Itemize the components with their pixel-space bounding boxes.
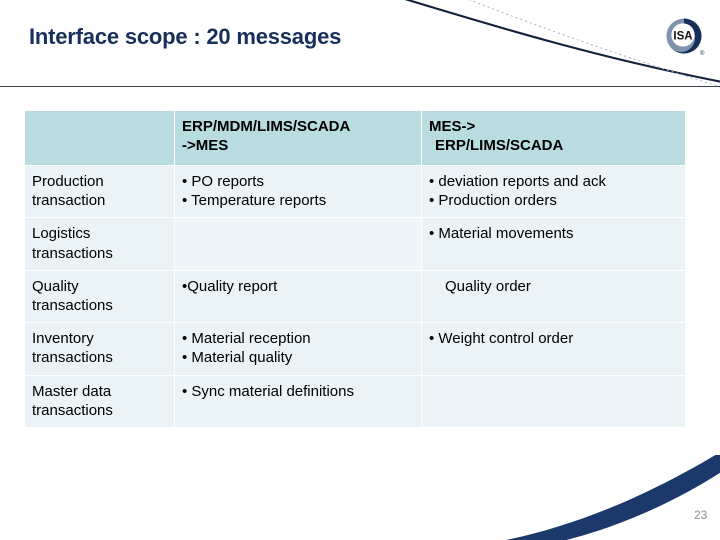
isa-logo-text: ISA	[673, 31, 692, 43]
cell-outbound-inventory: • Weight control order	[422, 323, 685, 375]
row-label-production: Production transaction	[25, 166, 174, 218]
cell-inbound-logistics	[175, 218, 421, 270]
list-item: Quality order	[445, 277, 531, 295]
list-item: • Production orders	[429, 192, 557, 210]
row-label-line-1: Master data	[32, 382, 112, 400]
row-label-line-1: Production	[32, 173, 104, 190]
table-row: Inventory transactions • Material recept…	[25, 323, 685, 375]
table-row: Quality transactions •Quality report Qua…	[25, 270, 685, 323]
row-label-line-1: Logistics	[32, 225, 91, 243]
list-item-placeholder	[429, 401, 678, 420]
page-number: 23	[694, 508, 708, 522]
header-line-2: ->MES	[182, 137, 229, 155]
list-item-placeholder	[182, 296, 414, 315]
list-item: • Temperature reports	[182, 192, 327, 210]
list-item: •Quality report	[182, 277, 278, 295]
row-label-line-2: transaction	[32, 192, 106, 210]
row-label-inventory: Inventory transactions	[25, 323, 174, 375]
row-label-line-2: transactions	[32, 244, 113, 262]
page-title: Interface scope : 20 messages	[29, 24, 342, 49]
list-item: • Material reception	[182, 330, 311, 348]
table-row: Production transaction • PO reports • Te…	[25, 166, 685, 218]
list-item: • Material movements	[429, 225, 574, 243]
list-item-placeholder	[429, 296, 678, 315]
slide-canvas: Interface scope : 20 messages ISA ® ERP/…	[0, 0, 720, 540]
isa-logo-icon: ISA ®	[666, 18, 705, 57]
header-line-1: ERP/MDM/LIMS/SCADA	[182, 118, 351, 135]
list-item-placeholder	[182, 224, 414, 243]
table-row: Logistics transactions • Material moveme…	[25, 218, 685, 270]
list-item: • deviation reports and ack	[429, 173, 607, 190]
cell-inbound-quality: •Quality report	[175, 270, 421, 323]
list-item: • Weight control order	[429, 330, 574, 348]
list-item-placeholder	[182, 401, 414, 420]
header-line-2: ERP/LIMS/SCADA	[435, 137, 564, 155]
cell-inbound-inventory: • Material reception • Material quality	[175, 323, 421, 375]
cell-outbound-logistics: • Material movements	[422, 218, 685, 270]
cell-outbound-production: • deviation reports and ack • Production…	[422, 166, 685, 218]
table-row: Master data transactions • Sync material…	[25, 375, 685, 427]
cell-outbound-quality: Quality order	[422, 270, 685, 323]
list-item-placeholder	[429, 348, 678, 367]
list-item: • Sync material definitions	[182, 382, 354, 400]
cell-outbound-master-data	[422, 375, 685, 427]
list-item-placeholder	[429, 244, 678, 263]
header-cell-blank	[25, 111, 174, 165]
row-label-line-2: transactions	[32, 401, 113, 419]
header-cell-erp-to-mes: ERP/MDM/LIMS/SCADA ->MES	[175, 111, 421, 165]
title-divider	[0, 86, 720, 87]
row-label-logistics: Logistics transactions	[25, 218, 174, 270]
list-item-placeholder	[429, 382, 678, 401]
list-item: • PO reports	[182, 173, 264, 190]
row-label-line-1: Inventory	[32, 330, 94, 348]
cell-inbound-production: • PO reports • Temperature reports	[175, 166, 421, 218]
table-header-row: ERP/MDM/LIMS/SCADA ->MES MES-> ERP/LIMS/…	[25, 111, 685, 165]
row-label-line-2: transactions	[32, 349, 113, 367]
row-label-line-1: Quality	[32, 277, 79, 295]
cell-inbound-master-data: • Sync material definitions	[175, 375, 421, 427]
svg-text:®: ®	[700, 50, 705, 57]
list-item: • Material quality	[182, 349, 293, 367]
interface-scope-table: ERP/MDM/LIMS/SCADA ->MES MES-> ERP/LIMS/…	[24, 110, 686, 428]
row-label-master-data: Master data transactions	[25, 375, 174, 427]
row-label-quality: Quality transactions	[25, 270, 174, 323]
header-cell-mes-to-erp: MES-> ERP/LIMS/SCADA	[422, 111, 685, 165]
list-item-placeholder	[182, 244, 414, 263]
header-line-1: MES->	[429, 118, 476, 135]
row-label-line-2: transactions	[32, 296, 113, 314]
footer-swoosh-decoration	[505, 455, 720, 540]
